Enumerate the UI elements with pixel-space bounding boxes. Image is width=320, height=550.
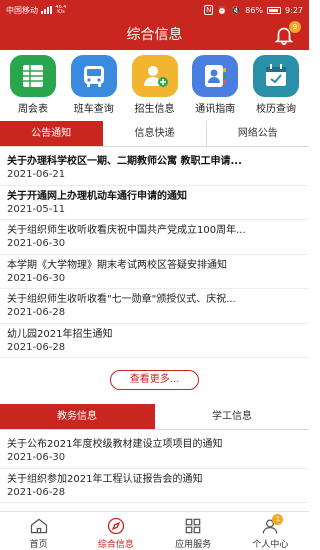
page-title: 综合信息 bbox=[126, 27, 183, 43]
notice-title: 关于办理科学校区一期、二期教师公寓 教职工申请... bbox=[7, 156, 242, 167]
academic-date: 2021-06-30 bbox=[7, 452, 66, 463]
enrollment-icon bbox=[131, 55, 178, 97]
apps-grid-icon bbox=[185, 518, 201, 534]
notification-button[interactable]: 9 bbox=[273, 21, 301, 46]
mute-icon: 🔇 bbox=[231, 5, 242, 15]
contacts-icon bbox=[192, 55, 239, 97]
nfc-icon: N bbox=[204, 5, 214, 15]
notice-date: 2021-06-21 bbox=[7, 169, 66, 180]
list-item[interactable]: 关于开通网上办理机动车通行申请的通知 2021-05-11 bbox=[0, 186, 309, 220]
nav-label: 应用服务 bbox=[175, 540, 212, 550]
quick-link-label: 班车查询 bbox=[73, 104, 114, 115]
list-item[interactable]: 关于组织师生收听收看"七一勋章"颁授仪式、庆祝... 2021-06-28 bbox=[0, 289, 309, 324]
nav-home[interactable]: 首页 bbox=[0, 512, 77, 550]
quick-link-weekly-meeting[interactable]: 周会表 bbox=[6, 52, 60, 118]
quick-link-label: 招生信息 bbox=[134, 104, 175, 115]
bottom-nav: 首页 综合信息 应用服务 1 个人中心 bbox=[0, 511, 309, 550]
quick-link-label: 周会表 bbox=[18, 104, 48, 115]
quick-link-calendar[interactable]: 校历查询 bbox=[249, 52, 303, 118]
notice-title: 关于组织师生收听收看庆祝中国共产党成立100周年... bbox=[7, 225, 246, 236]
academic-tabs: 教务信息 学工信息 bbox=[0, 404, 309, 430]
battery-percent: 86% bbox=[245, 5, 264, 15]
notice-list: 关于办理科学校区一期、二期教师公寓 教职工申请... 2021-06-21 关于… bbox=[0, 151, 309, 358]
notice-title: 关于开通网上办理机动车通行申请的通知 bbox=[7, 190, 187, 202]
quick-link-enrollment[interactable]: 招生信息 bbox=[128, 52, 182, 118]
status-bar: 中国移动 46.4 K/s N ⏰ 🔇 86% 9:27 bbox=[0, 0, 309, 20]
academic-list: 关于公布2021年度校级教材建设立项项目的通知 2021-06-30 关于组织参… bbox=[0, 434, 309, 503]
spreadsheet-icon bbox=[10, 55, 56, 97]
notice-date: 2021-06-30 bbox=[7, 238, 66, 249]
academic-title: 关于组织参加2021年工程认证报告会的通知 bbox=[7, 473, 203, 485]
notice-title: 关于组织师生收听收看"七一勋章"颁授仪式、庆祝... bbox=[7, 294, 236, 305]
compass-icon bbox=[107, 517, 125, 535]
notice-date: 2021-06-30 bbox=[7, 272, 66, 284]
notice-date: 2021-05-11 bbox=[7, 203, 66, 215]
tab-academic-affairs[interactable]: 教务信息 bbox=[0, 404, 155, 429]
carrier-label: 中国移动 bbox=[6, 5, 38, 15]
clock: 9:27 bbox=[285, 5, 303, 15]
academic-date: 2021-06-28 bbox=[7, 486, 66, 498]
notification-badge: 9 bbox=[289, 21, 301, 33]
home-icon bbox=[30, 518, 47, 534]
nav-label: 个人中心 bbox=[252, 540, 289, 550]
nav-info[interactable]: 综合信息 bbox=[77, 512, 154, 550]
quick-link-label: 校历查询 bbox=[256, 104, 296, 115]
quick-link-label: 通讯指南 bbox=[195, 104, 236, 115]
list-item[interactable]: 关于办理科学校区一期、二期教师公寓 教职工申请... 2021-06-21 bbox=[0, 151, 309, 186]
alarm-icon: ⏰ bbox=[217, 5, 228, 15]
nav-label: 综合信息 bbox=[97, 540, 134, 550]
notice-title: 幼儿园2021年招生通知 bbox=[7, 328, 113, 340]
calendar-icon bbox=[253, 55, 299, 97]
nav-services[interactable]: 应用服务 bbox=[155, 512, 232, 550]
net-speed: 46.4 K/s bbox=[55, 4, 67, 15]
quick-links: 周会表 班车查询 招生信息 通讯指南 校历查询 bbox=[0, 52, 309, 118]
academic-title: 关于公布2021年度校级教材建设立项项目的通知 bbox=[7, 439, 223, 450]
nav-profile[interactable]: 1 个人中心 bbox=[232, 512, 309, 550]
list-item[interactable]: 本学期《大学物理》期末考试两校区答疑安排通知 2021-06-30 bbox=[0, 255, 309, 289]
notice-date: 2021-06-28 bbox=[7, 341, 66, 353]
signal-icon bbox=[41, 6, 52, 14]
profile-badge: 1 bbox=[272, 514, 284, 525]
app-header: 综合信息 9 bbox=[0, 20, 309, 50]
tab-announcements[interactable]: 公告通知 bbox=[0, 121, 104, 146]
quick-link-contacts[interactable]: 通讯指南 bbox=[188, 52, 242, 118]
tab-student-affairs[interactable]: 学工信息 bbox=[155, 404, 309, 429]
notice-tabs: 公告通知 信息快递 网络公告 bbox=[0, 121, 309, 147]
battery-icon bbox=[267, 6, 282, 14]
list-item[interactable]: 关于公布2021年度校级教材建设立项项目的通知 2021-06-30 bbox=[0, 434, 309, 469]
tab-info-express[interactable]: 信息快递 bbox=[103, 121, 207, 146]
notice-date: 2021-06-28 bbox=[7, 307, 66, 318]
notice-title: 本学期《大学物理》期末考试两校区答疑安排通知 bbox=[7, 259, 227, 271]
bus-icon bbox=[70, 55, 117, 97]
list-item[interactable]: 关于组织师生收听收看庆祝中国共产党成立100周年... 2021-06-30 bbox=[0, 220, 309, 255]
quick-link-bus[interactable]: 班车查询 bbox=[67, 52, 121, 118]
nav-label: 首页 bbox=[29, 540, 48, 550]
tab-network-notice[interactable]: 网络公告 bbox=[206, 121, 309, 146]
list-item[interactable]: 关于组织参加2021年工程认证报告会的通知 2021-06-28 bbox=[0, 469, 309, 503]
list-item[interactable]: 幼儿园2021年招生通知 2021-06-28 bbox=[0, 324, 309, 358]
view-more-button[interactable]: 查看更多... bbox=[110, 370, 199, 390]
